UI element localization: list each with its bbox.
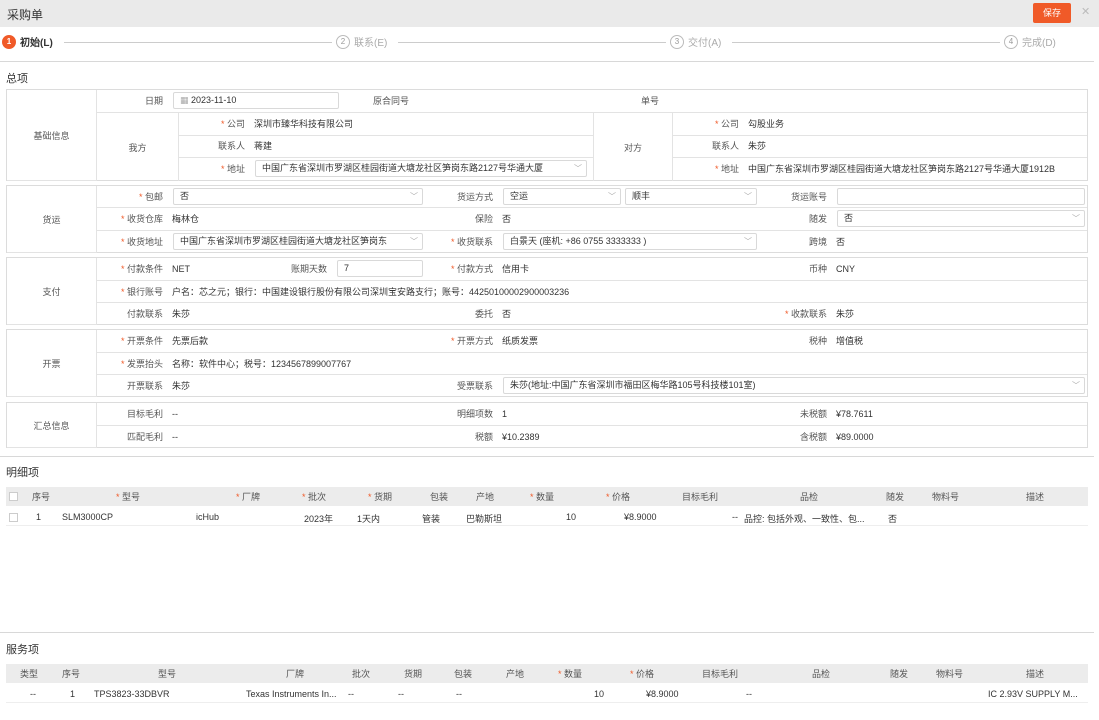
their-address[interactable]: 中国广东省深圳市罗湖区桂园街道大塘龙社区笋岗东路2127号华通大厦1912B bbox=[743, 161, 1087, 177]
invoice-receiver-select[interactable]: 朱莎(地址:中国广东省深圳市福田区梅华路105号科技楼101室) ﹀ bbox=[503, 377, 1085, 394]
our-company[interactable]: 深圳市臻华科技有限公司 bbox=[249, 116, 589, 132]
group-label: 货运 bbox=[7, 186, 97, 253]
shipping-method-select[interactable]: 空运 ﹀ bbox=[503, 188, 621, 205]
chevron-down-icon: ﹀ bbox=[744, 237, 752, 246]
their-contact-label: 联系人 bbox=[711, 141, 739, 151]
our-contact[interactable]: 蒋建 bbox=[249, 138, 589, 154]
date-label: 日期 bbox=[144, 96, 163, 106]
title-bar: 采购单 保存 ✕ bbox=[0, 0, 1099, 27]
shipping-account-input[interactable] bbox=[837, 188, 1085, 205]
step-initial[interactable]: 1 初始(L) bbox=[0, 34, 55, 49]
step-connector bbox=[64, 42, 332, 43]
shipping-block: 货运 * 包邮 否 ﹀ 货运方式 空运 ﹀ 顺丰 ﹀ 货运账号 * 收货仓库 梅林仓 … bbox=[6, 185, 1088, 253]
free-shipping-select[interactable]: 否 ﹀ bbox=[173, 188, 423, 205]
close-icon[interactable]: ✕ bbox=[1081, 5, 1090, 18]
divider bbox=[0, 61, 1094, 62]
chevron-down-icon: ﹀ bbox=[608, 192, 616, 201]
step-contact[interactable]: 2 联系(E) bbox=[334, 34, 390, 49]
section-title-general: 总项 bbox=[6, 73, 28, 85]
term-days-input[interactable]: 7 bbox=[337, 260, 423, 277]
our-address-label: * 地址 bbox=[220, 164, 245, 174]
progress-steps: 1 初始(L) 2 联系(E) 3 交付(A) 4 完成(D) bbox=[0, 31, 1099, 55]
section-title-services: 服务项 bbox=[6, 644, 39, 656]
chevron-down-icon: ﹀ bbox=[410, 237, 418, 246]
chevron-down-icon: ﹀ bbox=[410, 192, 418, 201]
invoice-block: 开票 * 开票条件 先票后款 * 开票方式 纸质发票 税种 增值税 * 发票抬头… bbox=[6, 329, 1088, 397]
row-checkbox[interactable] bbox=[9, 513, 18, 522]
select-all-checkbox[interactable] bbox=[9, 492, 18, 501]
details-table-header: 序号 * 型号 * 厂牌 * 批次 * 货期 包装 产地 * 数量 * 价格 目… bbox=[6, 487, 1088, 506]
carrier-select[interactable]: 顺丰 ﹀ bbox=[625, 188, 757, 205]
step-connector bbox=[398, 42, 666, 43]
chevron-down-icon: ﹀ bbox=[574, 164, 582, 173]
table-row[interactable]: 1 SLM3000CP icHub 2023年 1天内 管装 巴勒斯坦 10 ¥… bbox=[6, 508, 1088, 526]
step-complete[interactable]: 4 完成(D) bbox=[1002, 34, 1058, 49]
group-label: 汇总信息 bbox=[7, 403, 97, 448]
their-side-label: 对方 bbox=[593, 113, 673, 181]
payment-block: 支付 * 付款条件 NET 账期天数 7 * 付款方式 信用卡 币种 CNY *… bbox=[6, 257, 1088, 325]
date-picker[interactable]: ▦ 2023-11-10 bbox=[173, 92, 339, 109]
chevron-down-icon: ﹀ bbox=[1072, 214, 1080, 223]
order-label: 单号 bbox=[640, 96, 659, 106]
their-contact[interactable]: 朱莎 bbox=[743, 138, 1083, 154]
step-delivery[interactable]: 3 交付(A) bbox=[668, 34, 724, 49]
calendar-icon: ▦ bbox=[180, 95, 192, 105]
save-button[interactable]: 保存 bbox=[1033, 3, 1071, 23]
step-connector bbox=[732, 42, 1000, 43]
table-row[interactable]: -- 1 TPS3823-33DBVR Texas Instruments In… bbox=[6, 685, 1088, 703]
their-company[interactable]: 勾股业务 bbox=[743, 116, 1083, 132]
our-contact-label: 联系人 bbox=[217, 141, 245, 151]
chevron-down-icon: ﹀ bbox=[744, 192, 752, 201]
our-side-label: 我方 bbox=[97, 113, 179, 181]
window-title: 采购单 bbox=[7, 8, 44, 22]
their-address-label: * 地址 bbox=[714, 164, 739, 174]
our-address-select[interactable]: 中国广东省深圳市罗湖区桂园街道大塘龙社区笋岗东路2127号华通大厦 ﹀ bbox=[255, 160, 587, 177]
delivery-address-select[interactable]: 中国广东省深圳市罗湖区桂园街道大塘龙社区笋岗东 ﹀ bbox=[173, 233, 423, 250]
summary-block: 汇总信息 目标毛利 -- 明细项数 1 未税额 ¥78.7611 匹配毛利 --… bbox=[6, 402, 1088, 448]
group-label: 开票 bbox=[7, 330, 97, 397]
chevron-down-icon: ﹀ bbox=[1072, 381, 1080, 390]
services-table-header: 类型 序号 型号 厂牌 批次 货期 包装 产地 * 数量 * 价格 目标毛利 品… bbox=[6, 664, 1088, 683]
section-title-details: 明细项 bbox=[6, 467, 39, 479]
follow-select[interactable]: 否 ﹀ bbox=[837, 210, 1085, 227]
their-company-label: * 公司 bbox=[714, 119, 739, 129]
group-label: 支付 bbox=[7, 258, 97, 325]
delivery-contact-select[interactable]: 白景天 (座机: +86 0755 3333333 ) ﹀ bbox=[503, 233, 757, 250]
our-company-label: * 公司 bbox=[220, 119, 245, 129]
group-label: 基础信息 bbox=[7, 90, 97, 181]
basic-info-block: 基础信息 日期 ▦ 2023-11-10 原合同号 单号 我方 * 公司 深圳市… bbox=[6, 89, 1088, 181]
contract-label: 原合同号 bbox=[372, 96, 409, 106]
